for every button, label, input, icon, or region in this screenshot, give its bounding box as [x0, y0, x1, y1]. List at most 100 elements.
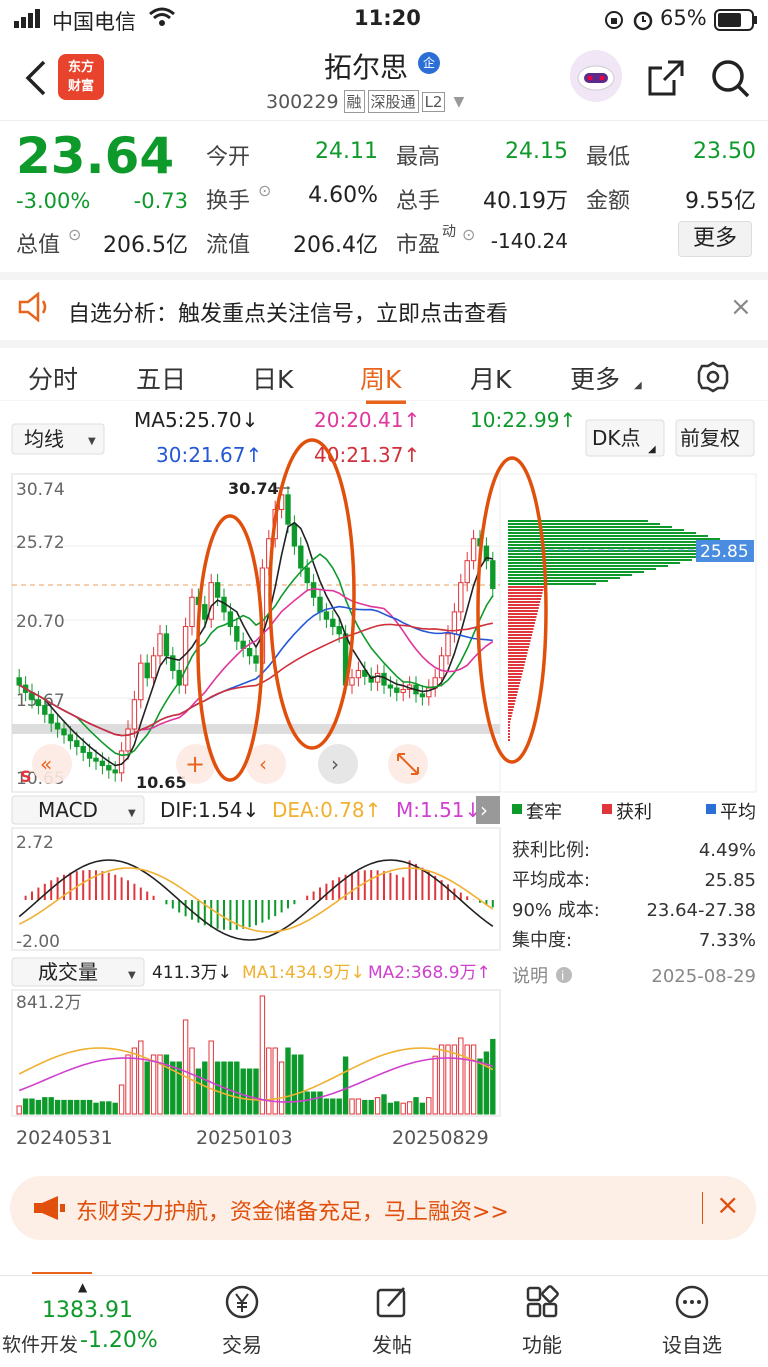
volume-bar: [362, 1099, 368, 1115]
candle: [349, 668, 355, 694]
tab-monthly-k[interactable]: 月K: [470, 360, 511, 396]
volume-bar: [310, 1091, 317, 1115]
chip-row-label: 平均成本:: [512, 870, 590, 891]
volume-bar: [118, 1084, 125, 1115]
candle: [170, 647, 176, 680]
y-axis-labels: 30.74 25.72 20.70 15.67 10.65: [16, 480, 65, 789]
tab-wuri[interactable]: 五日: [136, 360, 186, 396]
dk-point-select[interactable]: DK点 ◢: [585, 419, 665, 457]
more-dots-icon: [675, 1285, 709, 1319]
info-icon[interactable]: ⊙: [68, 225, 81, 244]
volume-bar: [54, 1099, 61, 1115]
edit-icon: [376, 1287, 406, 1318]
close-icon[interactable]: ×: [716, 1188, 739, 1221]
margin-banner[interactable]: 东财实力护航，资金储备充足，马上融资>> ×: [10, 1176, 756, 1240]
enterprise-badge-icon: 企: [418, 52, 440, 74]
volume-select-label: 成交量: [38, 960, 98, 984]
candle: [451, 603, 458, 643]
candles: [16, 486, 496, 782]
chip-bar: [508, 733, 510, 735]
stock-code: 300229: [266, 90, 339, 113]
volume-bar: [150, 1054, 157, 1115]
candle: [138, 654, 144, 709]
robot-assistant-icon[interactable]: [570, 50, 622, 102]
more-button[interactable]: 更多: [678, 221, 752, 257]
chip-bar: [508, 694, 517, 696]
tab-more[interactable]: 更多: [570, 360, 620, 396]
gear-icon[interactable]: [696, 360, 730, 398]
candle: [253, 647, 259, 672]
logo-line1: 东方: [67, 60, 94, 75]
chip-bar: [508, 535, 708, 537]
candle: [291, 515, 298, 555]
back-icon[interactable]: [22, 58, 48, 102]
volume-bars: [16, 995, 496, 1115]
quote-panel: 23.64 -3.00% -0.73 今开 24.11 最高 24.15 最低 …: [0, 120, 768, 270]
volume-select[interactable]: 成交量 ▼: [11, 957, 145, 987]
wifi-icon: [148, 6, 176, 33]
info-icon[interactable]: ⊙: [462, 225, 475, 244]
candle: [483, 537, 490, 570]
search-icon[interactable]: [710, 58, 752, 104]
volume-bar: [483, 1051, 490, 1115]
candle: [144, 654, 150, 687]
candle: [240, 632, 246, 658]
tab-daily-k[interactable]: 日K: [252, 360, 293, 396]
chip-note-link[interactable]: 说明: [512, 966, 548, 987]
chip-bar: [508, 583, 596, 585]
chip-bar: [508, 703, 515, 705]
chevron-right-icon: ›: [480, 798, 488, 822]
m-label: M:1.51↓: [396, 798, 481, 822]
chip-price-label: 25.85: [700, 542, 749, 562]
volume-ma1-label: MA1:434.9万↓: [242, 963, 365, 983]
ma-select[interactable]: 均线 ▼: [11, 423, 105, 455]
y-label-3: 20.70: [16, 612, 65, 632]
chevron-down-icon: ▼: [128, 808, 136, 819]
chip-bar: [508, 667, 524, 669]
tab-fenshi[interactable]: 分时: [28, 360, 78, 396]
chip-bar: [508, 619, 536, 621]
close-icon[interactable]: ×: [730, 292, 752, 322]
volume-bar: [477, 1058, 483, 1115]
info-icon[interactable]: ⊙: [258, 181, 271, 200]
svg-text:i: i: [561, 969, 564, 983]
chip-bar: [508, 625, 535, 627]
volume-bar: [291, 1054, 298, 1115]
index-value[interactable]: 1383.91: [42, 1298, 133, 1323]
chip-bar: [508, 685, 520, 687]
volume-bar: [298, 1054, 304, 1115]
chip-bar: [508, 526, 672, 528]
change-pct: -3.00%: [16, 189, 91, 213]
nav-trade[interactable]: 交易: [192, 1284, 292, 1358]
chip-bar: [508, 712, 513, 714]
chip-bar: [508, 565, 668, 567]
kline-chart-area[interactable]: 均线 ▼ MA5:25.70↓ 20:20.41↑ 10:22.99↑ 30:2…: [0, 400, 768, 1170]
volume-bar: [93, 1102, 99, 1115]
volume-bar: [214, 1061, 221, 1115]
volume-bar: [234, 1061, 240, 1115]
volume-bar: [368, 1099, 374, 1115]
candle: [432, 668, 438, 697]
zoom-controls[interactable]: « + ‹ ›: [32, 744, 428, 784]
adjust-select[interactable]: 前复权: [675, 419, 755, 457]
chip-bar: [508, 592, 543, 594]
macd-select[interactable]: MACD ▼: [11, 795, 145, 825]
nav-add-watchlist[interactable]: 设自选: [642, 1284, 742, 1358]
main-chart-frame: [11, 473, 501, 793]
badge-sgt: 深股通: [367, 90, 419, 113]
adjust-label: 前复权: [680, 426, 740, 450]
chip-bar: [508, 613, 538, 615]
share-icon[interactable]: [646, 58, 686, 102]
volume-bar: [144, 1061, 150, 1115]
chip-row-value: 25.85: [704, 870, 756, 891]
nav-post[interactable]: 发帖: [342, 1284, 442, 1358]
tab-weekly-k[interactable]: 周K: [360, 360, 401, 396]
nav-function[interactable]: 功能: [492, 1284, 592, 1358]
stock-code-row[interactable]: 300229 融 深股通 L2 ▼: [266, 90, 464, 113]
x-axis-labels: 20240531 20250103 20250829: [16, 1127, 489, 1149]
macd-bottom-label: -2.00: [16, 932, 60, 952]
chip-bar: [508, 556, 704, 558]
chip-bar: [508, 532, 696, 534]
chip-bar: [508, 721, 511, 723]
notice-bar[interactable]: 自选分析：触发重点关注信号，立即点击查看 ×: [0, 272, 768, 334]
